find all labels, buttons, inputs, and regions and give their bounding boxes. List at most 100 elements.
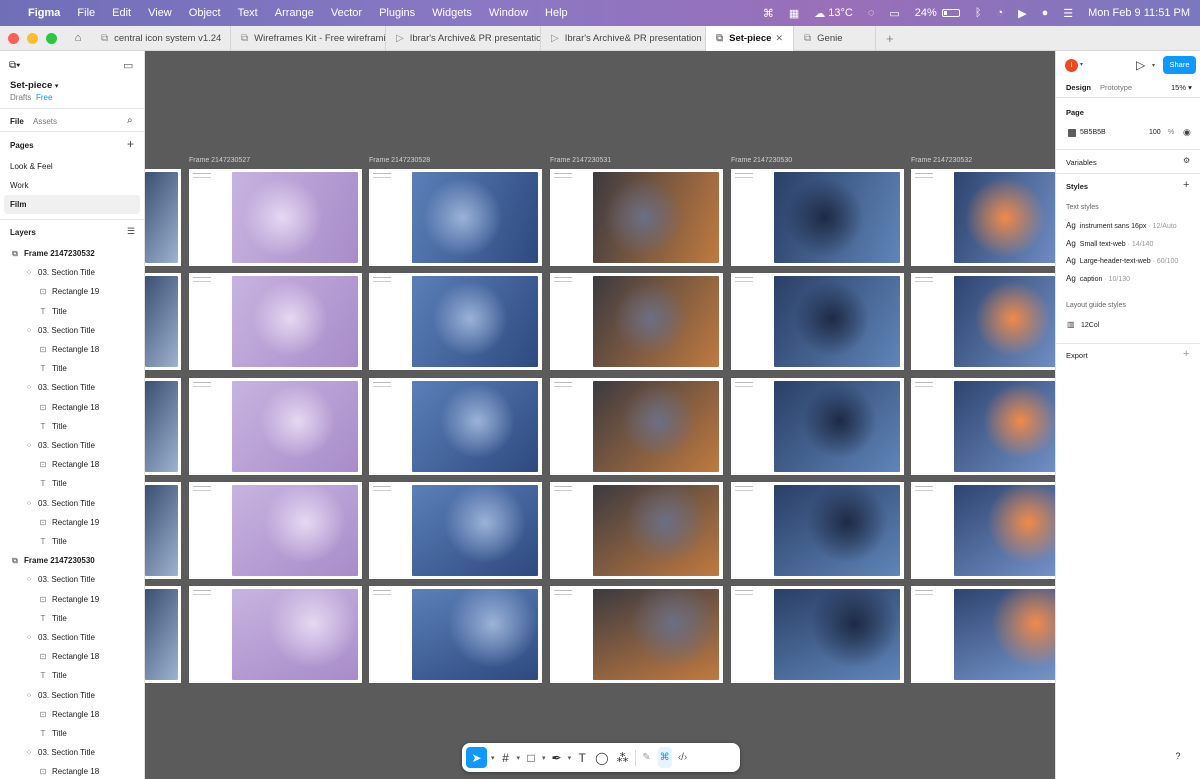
tab-file[interactable]: File [10,117,24,126]
present-chevron-icon[interactable]: ▾ [1152,62,1155,69]
slide-thumbnail[interactable] [731,482,904,579]
frame-label[interactable]: Frame 2147230531 [550,157,611,164]
menu-app-name[interactable]: Figma [28,7,60,19]
text-style-item[interactable]: Ag Small text-web · 14/140 [1066,239,1153,248]
layer-row[interactable]: ⊡ Rectangle 18 [0,762,145,779]
slide-thumbnail[interactable] [189,482,362,579]
layer-row[interactable]: T Title [0,417,145,436]
control-center-icon[interactable]: ☰ [1063,7,1073,20]
layer-row[interactable]: T Title [0,666,145,685]
page-item[interactable]: Work [4,176,140,195]
menu-item-help[interactable]: Help [545,7,568,19]
layer-row[interactable]: ⁘ 03. Section Title [0,436,145,455]
layout-icon[interactable]: ▭ [889,7,899,20]
menu-item-edit[interactable]: Edit [112,7,131,19]
menu-item-text[interactable]: Text [238,7,258,19]
menu-item-vector[interactable]: Vector [331,7,362,19]
slide-thumbnail[interactable] [911,586,1055,683]
text-style-item[interactable]: Ag caption · 10/130 [1066,274,1130,283]
avatar[interactable]: I [1065,59,1078,72]
home-icon[interactable]: ⌂ [65,32,91,44]
variables-label[interactable]: Variables [1066,158,1097,167]
zoom-window-button[interactable] [46,32,57,44]
layer-row[interactable]: T Title [0,532,145,551]
slide-thumbnail[interactable] [911,482,1055,579]
slide-thumbnail[interactable] [189,273,362,370]
layer-row[interactable]: T Title [0,302,145,321]
wifi-icon[interactable]: ◔ [996,7,1003,19]
design-mode-icon[interactable]: ⌘ [657,747,672,768]
battery-icon[interactable] [941,9,960,17]
slide-thumbnail[interactable] [369,586,542,683]
minimize-window-button[interactable] [27,32,38,44]
slide-thumbnail[interactable] [369,169,542,266]
layer-row[interactable]: ⧉ Frame 2147230532 [0,244,145,263]
frame-tool-chevron-icon[interactable]: ▾ [517,754,521,762]
file-tab[interactable]: ⧉ Set-piece ✕ [706,25,794,51]
menu-item-plugins[interactable]: Plugins [379,7,415,19]
slide-thumbnail[interactable] [189,586,362,683]
layer-row[interactable]: T Title [0,474,145,493]
slide-thumbnail[interactable] [550,586,723,683]
layer-row[interactable]: T Title [0,609,145,628]
frame-label[interactable]: Frame 2147230530 [731,157,792,164]
layer-row[interactable]: ⁘ 03. Section Title [0,321,145,340]
menu-item-arrange[interactable]: Arrange [275,7,314,19]
datetime[interactable]: Mon Feb 9 11:51 PM [1088,7,1190,19]
slide-thumbnail[interactable] [911,273,1055,370]
slide-thumbnail[interactable] [550,482,723,579]
layer-row[interactable]: ⊡ Rectangle 19 [0,282,145,301]
layer-row[interactable]: ⁘ 03. Section Title [0,743,145,762]
tab-prototype[interactable]: Prototype [1100,83,1132,92]
close-window-button[interactable] [8,32,19,44]
slide-thumbnail[interactable] [369,378,542,475]
file-tab[interactable]: ⧉ Wireframes Kit - Free wireframing Web [231,25,386,51]
layer-row[interactable]: ⁘ 03. Section Title [0,263,145,282]
present-play-icon[interactable]: ▷ [1136,58,1145,72]
page-item[interactable]: Look & Feel [4,157,140,176]
menu-item-file[interactable]: File [77,7,95,19]
tab-assets[interactable]: Assets [33,117,57,126]
grid-menubar-icon[interactable]: ▦ [789,7,799,20]
frame-label[interactable]: Frame 2147230528 [369,157,430,164]
move-tool-chevron-icon[interactable]: ▾ [491,754,495,762]
file-tab[interactable]: ⧉ Genie [794,25,876,51]
siri-icon[interactable]: ● [1042,7,1049,19]
layer-row[interactable]: ⊡ Rectangle 19 [0,590,145,609]
layer-row[interactable]: ⁘ 03. Section Title [0,378,145,397]
text-style-item[interactable]: Ag instrument sans 16px · 12/Auto [1066,221,1177,230]
sidebar-toggle-icon[interactable]: ▭ [123,59,133,72]
slide-thumbnail[interactable] [369,482,542,579]
layer-row[interactable]: ⧉ Frame 2147230530 [0,551,145,570]
text-tool-icon[interactable]: T [575,747,589,768]
slide-thumbnail[interactable] [550,378,723,475]
frame-tool-icon[interactable]: # [499,747,513,768]
drafts-label[interactable]: Drafts [10,93,31,102]
text-style-item[interactable]: Ag Large-header-text-web · 60/100 [1066,256,1178,265]
slide-thumbnail[interactable] [145,482,181,579]
cloud-sync-icon[interactable]: ◌ [868,7,875,19]
slide-thumbnail[interactable] [911,169,1055,266]
slide-thumbnail[interactable] [145,586,181,683]
move-tool-icon[interactable]: ➤ [466,747,487,768]
layers-sort-icon[interactable]: ☰ [127,226,135,237]
zoom-level[interactable]: 15% ▾ [1171,83,1192,92]
slide-thumbnail[interactable] [550,169,723,266]
layer-row[interactable]: ⁘ 03. Section Title [0,570,145,589]
page-color-swatch[interactable] [1068,129,1076,137]
slide-thumbnail[interactable] [731,273,904,370]
bluetooth-icon[interactable]: ᛒ [975,7,982,19]
slide-thumbnail[interactable] [731,378,904,475]
pen-tool-chevron-icon[interactable]: ▾ [568,754,572,762]
share-button[interactable]: Share [1163,56,1196,74]
weather-icon[interactable]: ☁ [814,7,825,20]
slide-thumbnail[interactable] [189,378,362,475]
slide-thumbnail[interactable] [145,169,181,266]
help-button[interactable]: ? [1170,748,1186,764]
play-circle-icon[interactable]: ▶ [1018,7,1026,20]
menu-item-object[interactable]: Object [189,7,221,19]
search-icon[interactable]: ⌕ [127,115,133,126]
figma-menubar-icon[interactable]: ⌘ [763,7,774,20]
add-page-icon[interactable]: + [127,137,134,151]
slide-thumbnail[interactable] [145,378,181,475]
